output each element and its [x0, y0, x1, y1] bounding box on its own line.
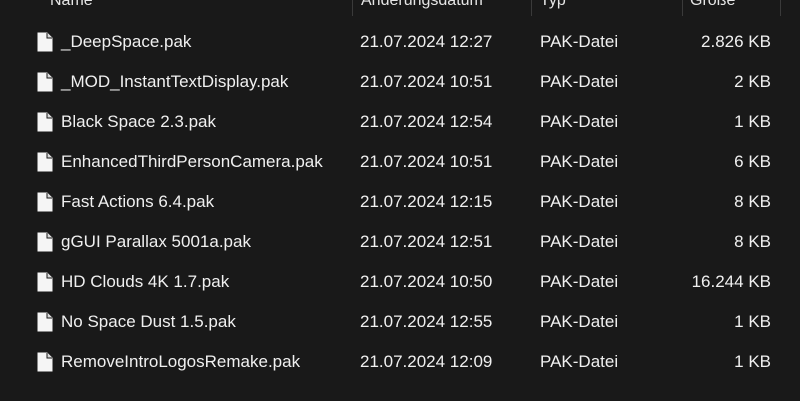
file-type: PAK-Datei	[540, 112, 619, 131]
file-size: 6 KB	[734, 152, 771, 171]
file-size: 1 KB	[734, 352, 771, 371]
column-separator[interactable]	[780, 0, 781, 16]
file-modified-date: 21.07.2024 12:55	[360, 312, 493, 331]
file-type: PAK-Datei	[540, 72, 619, 91]
file-row[interactable]: Fast Actions 6.4.pak 21.07.2024 12:15 PA…	[0, 182, 800, 222]
file-name: No Space Dust 1.5.pak	[61, 312, 236, 331]
file-type: PAK-Datei	[540, 352, 619, 371]
file-modified-date: 21.07.2024 12:09	[360, 352, 493, 371]
file-size: 16.244 KB	[691, 272, 771, 291]
file-name: gGUI Parallax 5001a.pak	[61, 232, 251, 251]
column-header-row: Name Änderungsdatum Typ Größe	[0, 0, 800, 16]
file-name: _MOD_InstantTextDisplay.pak	[61, 72, 289, 91]
file-row[interactable]: Black Space 2.3.pak 21.07.2024 12:54 PAK…	[0, 102, 800, 142]
file-name: Black Space 2.3.pak	[61, 112, 216, 131]
file-name: _DeepSpace.pak	[61, 32, 192, 51]
file-icon	[37, 192, 53, 212]
file-type: PAK-Datei	[540, 192, 619, 211]
file-size: 2 KB	[734, 72, 771, 91]
file-name: HD Clouds 4K 1.7.pak	[61, 272, 230, 291]
file-row[interactable]: No Space Dust 1.5.pak 21.07.2024 12:55 P…	[0, 302, 800, 342]
file-modified-date: 21.07.2024 10:50	[360, 272, 493, 291]
file-name: RemoveIntroLogosRemake.pak	[61, 352, 301, 371]
file-size: 1 KB	[734, 312, 771, 331]
column-header-size[interactable]: Größe	[690, 0, 735, 16]
file-modified-date: 21.07.2024 12:15	[360, 192, 493, 211]
file-size: 2.826 KB	[701, 32, 771, 51]
file-icon	[37, 272, 53, 292]
file-list: _DeepSpace.pak 21.07.2024 12:27 PAK-Date…	[0, 22, 800, 382]
column-separator[interactable]	[352, 0, 353, 16]
file-row[interactable]: _DeepSpace.pak 21.07.2024 12:27 PAK-Date…	[0, 22, 800, 62]
column-header-type[interactable]: Typ	[540, 0, 566, 16]
file-row[interactable]: EnhancedThirdPersonCamera.pak 21.07.2024…	[0, 142, 800, 182]
file-icon	[37, 152, 53, 172]
file-name: EnhancedThirdPersonCamera.pak	[61, 152, 323, 171]
file-modified-date: 21.07.2024 12:51	[360, 232, 493, 251]
file-size: 8 KB	[734, 192, 771, 211]
file-type: PAK-Datei	[540, 152, 619, 171]
file-modified-date: 21.07.2024 10:51	[360, 72, 493, 91]
file-icon	[37, 72, 53, 92]
file-modified-date: 21.07.2024 12:27	[360, 32, 493, 51]
column-separator[interactable]	[682, 0, 683, 16]
column-header-date[interactable]: Änderungsdatum	[361, 0, 483, 16]
file-type: PAK-Datei	[540, 312, 619, 331]
file-icon	[37, 352, 53, 372]
file-modified-date: 21.07.2024 10:51	[360, 152, 493, 171]
file-size: 1 KB	[734, 112, 771, 131]
file-row[interactable]: HD Clouds 4K 1.7.pak 21.07.2024 10:50 PA…	[0, 262, 800, 302]
file-name: Fast Actions 6.4.pak	[61, 192, 215, 211]
file-icon	[37, 112, 53, 132]
file-explorer-list: Name Änderungsdatum Typ Größe _DeepSpace…	[0, 0, 800, 401]
file-modified-date: 21.07.2024 12:54	[360, 112, 493, 131]
file-icon	[37, 312, 53, 332]
column-header-name[interactable]: Name	[50, 0, 93, 16]
file-row[interactable]: gGUI Parallax 5001a.pak 21.07.2024 12:51…	[0, 222, 800, 262]
file-icon	[37, 32, 53, 52]
file-type: PAK-Datei	[540, 232, 619, 251]
file-row[interactable]: RemoveIntroLogosRemake.pak 21.07.2024 12…	[0, 342, 800, 382]
file-type: PAK-Datei	[540, 32, 619, 51]
file-icon	[37, 232, 53, 252]
file-type: PAK-Datei	[540, 272, 619, 291]
file-row[interactable]: _MOD_InstantTextDisplay.pak 21.07.2024 1…	[0, 62, 800, 102]
file-size: 8 KB	[734, 232, 771, 251]
column-separator[interactable]	[531, 0, 532, 16]
